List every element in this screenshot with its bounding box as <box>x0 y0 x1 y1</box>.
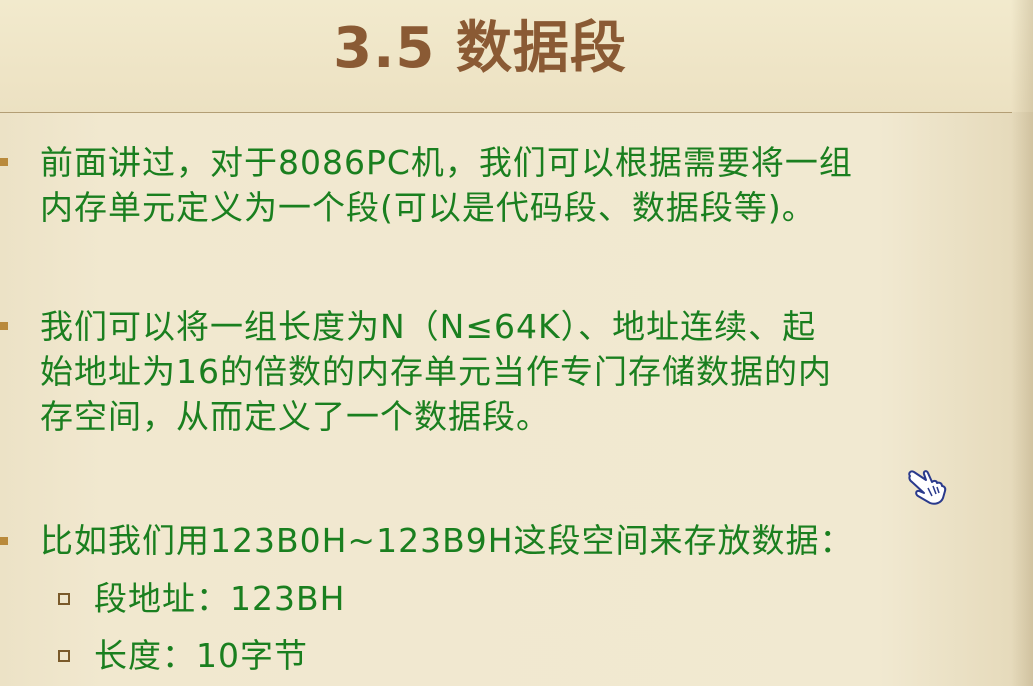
bullet-2-line-3: 存空间，从而定义了一个数据段。 <box>40 397 550 436</box>
title-divider <box>0 112 1012 113</box>
bullet-marker <box>0 322 8 330</box>
bullet-paragraph-2: 我们可以将一组长度为N（N≤64K）、地址连续、起 始地址为16的倍数的内存单元… <box>40 304 990 439</box>
bullet-2-line-2: 始地址为16的倍数的内存单元当作专门存储数据的内 <box>40 352 832 391</box>
bullet-2-line-1: 我们可以将一组长度为N（N≤64K）、地址连续、起 <box>40 307 817 346</box>
bullet-1-line-1: 前面讲过，对于8086PC机，我们可以根据需要将一组 <box>40 143 853 182</box>
bullet-marker <box>0 537 8 545</box>
sub-item-length: 长度：10字节 <box>94 636 308 675</box>
sub-item-segment-address: 段地址：123BH <box>94 579 346 618</box>
bullet-paragraph-3: 比如我们用123B0H~123B9H这段空间来存放数据： <box>40 518 990 563</box>
bullet-3-line-1: 比如我们用123B0H~123B9H这段空间来存放数据： <box>40 521 854 560</box>
sub-bullet-marker <box>58 650 70 662</box>
sub-bullet-marker <box>58 593 70 605</box>
bullet-marker <box>0 158 8 166</box>
slide-title: 3.5 数据段 <box>333 16 627 81</box>
bullet-1-line-2: 内存单元定义为一个段(可以是代码段、数据段等)。 <box>40 188 816 227</box>
bullet-paragraph-1: 前面讲过，对于8086PC机，我们可以根据需要将一组 内存单元定义为一个段(可以… <box>40 140 990 230</box>
slide-edge-shadow <box>1011 0 1033 686</box>
hand-pointer-icon <box>908 470 947 505</box>
